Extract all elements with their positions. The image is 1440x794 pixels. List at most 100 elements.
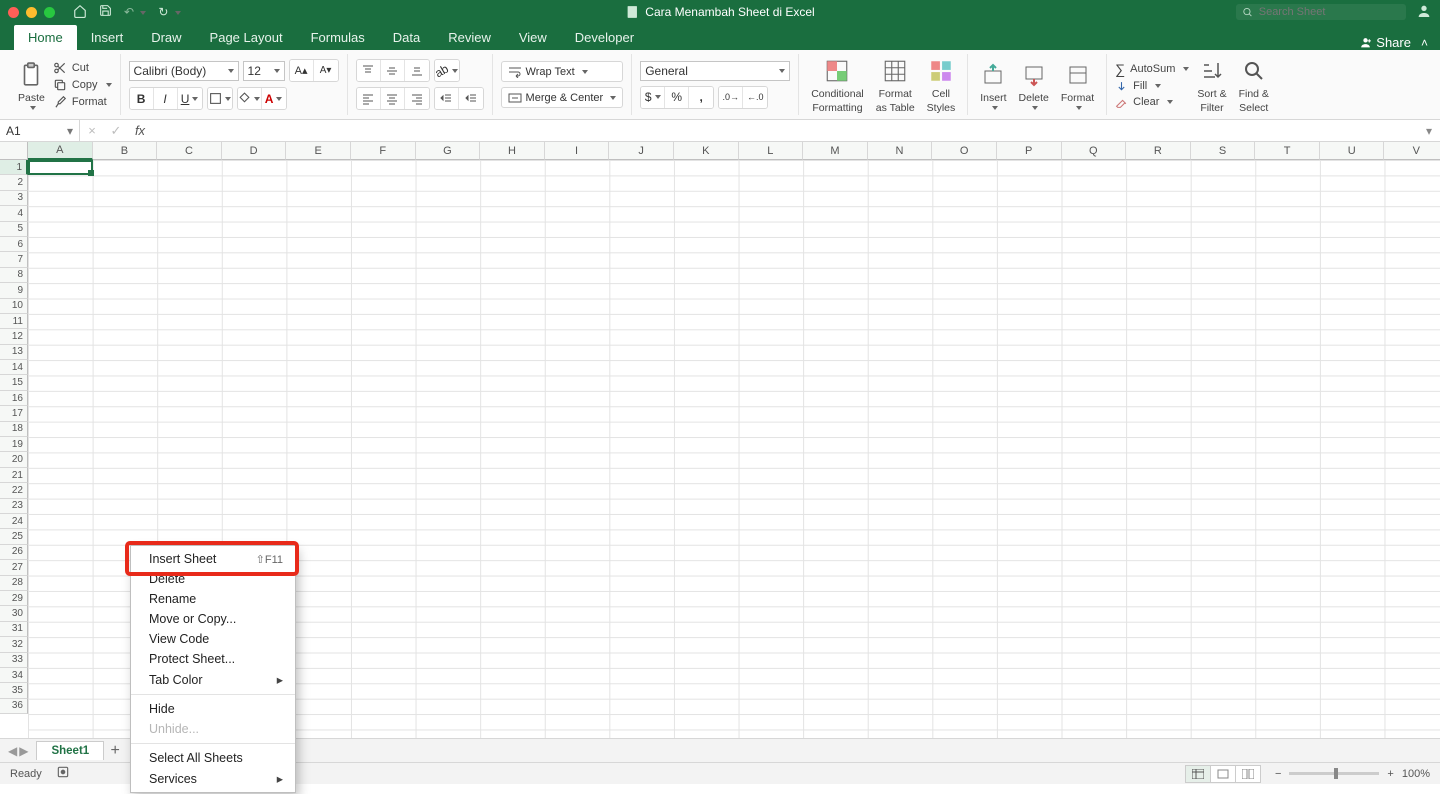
tab-developer[interactable]: Developer [561, 25, 648, 50]
increase-indent-button[interactable] [459, 88, 483, 109]
zoom-window-icon[interactable] [44, 7, 55, 18]
comma-button[interactable]: , [689, 87, 713, 108]
fill-button[interactable]: Fill [1115, 80, 1189, 93]
row-header[interactable]: 30 [0, 606, 28, 621]
next-sheet-icon[interactable]: ▶ [19, 744, 28, 758]
align-left-button[interactable] [357, 88, 381, 109]
row-header[interactable]: 33 [0, 653, 28, 668]
conditional-formatting-button[interactable]: Conditional Formatting [807, 56, 868, 114]
format-cells-button[interactable]: Format [1057, 60, 1098, 110]
fill-color-button[interactable] [238, 88, 262, 109]
column-header[interactable]: L [739, 142, 804, 160]
search-sheet[interactable] [1236, 4, 1406, 20]
zoom-out-button[interactable]: − [1275, 768, 1281, 780]
paste-button[interactable]: Paste [14, 60, 49, 110]
font-size-combo[interactable]: 12 [243, 61, 285, 81]
add-sheet-button[interactable]: + [104, 742, 126, 760]
page-layout-view-button[interactable] [1210, 765, 1236, 783]
format-painter-button[interactable]: Format [53, 95, 112, 109]
column-header[interactable]: T [1255, 142, 1320, 160]
fx-enter-icon[interactable]: ✓ [104, 123, 128, 139]
minimize-window-icon[interactable] [26, 7, 37, 18]
tab-review[interactable]: Review [434, 25, 505, 50]
row-header[interactable]: 2 [0, 175, 28, 190]
ctx-hide[interactable]: Hide [131, 699, 295, 719]
number-format-combo[interactable]: General [640, 61, 790, 81]
column-header[interactable]: I [545, 142, 610, 160]
tab-data[interactable]: Data [379, 25, 434, 50]
home-icon[interactable] [73, 4, 87, 21]
normal-view-button[interactable] [1185, 765, 1211, 783]
row-header[interactable]: 6 [0, 237, 28, 252]
cut-button[interactable]: Cut [53, 61, 112, 75]
column-header[interactable]: P [997, 142, 1062, 160]
column-header[interactable]: A [28, 142, 93, 160]
column-header[interactable]: V [1384, 142, 1440, 160]
border-button[interactable] [208, 88, 232, 109]
active-cell[interactable] [28, 160, 93, 175]
align-middle-button[interactable] [381, 60, 405, 81]
column-header[interactable]: J [609, 142, 674, 160]
row-header[interactable]: 28 [0, 576, 28, 591]
zoom-in-button[interactable]: + [1387, 768, 1393, 780]
column-header[interactable]: D [222, 142, 287, 160]
macro-record-icon[interactable] [56, 765, 70, 782]
row-header[interactable]: 5 [0, 222, 28, 237]
percent-button[interactable]: % [665, 87, 689, 108]
ctx-services[interactable]: Services▸ [131, 768, 295, 789]
align-right-button[interactable] [405, 88, 429, 109]
column-header[interactable]: S [1191, 142, 1256, 160]
tab-home[interactable]: Home [14, 25, 77, 50]
wrap-text-button[interactable]: Wrap Text [501, 61, 624, 82]
decrease-font-button[interactable]: A▾ [314, 60, 338, 81]
fx-cancel-icon[interactable]: × [80, 123, 104, 138]
autosum-button[interactable]: ∑AutoSum [1115, 61, 1189, 77]
italic-button[interactable]: I [154, 88, 178, 109]
row-header[interactable]: 34 [0, 668, 28, 683]
orientation-button[interactable]: ab [435, 60, 459, 81]
find-select-button[interactable]: Find & Select [1235, 56, 1273, 114]
row-header[interactable]: 25 [0, 529, 28, 544]
column-header[interactable]: C [157, 142, 222, 160]
search-input[interactable] [1259, 6, 1400, 18]
column-header[interactable]: G [416, 142, 481, 160]
format-as-table-button[interactable]: Format as Table [872, 56, 919, 114]
column-header[interactable]: B [93, 142, 158, 160]
column-header[interactable]: U [1320, 142, 1385, 160]
ctx-delete[interactable]: Delete [131, 569, 295, 589]
sort-filter-button[interactable]: Sort & Filter [1193, 56, 1230, 114]
copy-button[interactable]: Copy [53, 78, 112, 92]
column-header[interactable]: F [351, 142, 416, 160]
close-window-icon[interactable] [8, 7, 19, 18]
account-icon[interactable] [1416, 3, 1432, 22]
column-header[interactable]: E [286, 142, 351, 160]
row-header[interactable]: 31 [0, 622, 28, 637]
row-header[interactable]: 24 [0, 514, 28, 529]
column-header[interactable]: Q [1062, 142, 1127, 160]
decrease-decimal-button[interactable]: ←.0 [743, 87, 767, 108]
sheet-tab-1[interactable]: Sheet1 [36, 741, 104, 760]
delete-cells-button[interactable]: Delete [1015, 60, 1053, 110]
undo-icon[interactable]: ↶ [124, 5, 146, 19]
expand-formula-bar-icon[interactable]: ▾ [1426, 124, 1440, 138]
currency-button[interactable]: $ [641, 87, 665, 108]
ctx-rename[interactable]: Rename [131, 589, 295, 609]
ctx-view-code[interactable]: View Code [131, 629, 295, 649]
row-header[interactable]: 14 [0, 360, 28, 375]
column-header[interactable]: K [674, 142, 739, 160]
row-header[interactable]: 4 [0, 206, 28, 221]
tab-insert[interactable]: Insert [77, 25, 138, 50]
column-header[interactable]: N [868, 142, 933, 160]
fx-icon[interactable]: fx [128, 123, 152, 138]
increase-font-button[interactable]: A▴ [290, 60, 314, 81]
zoom-value[interactable]: 100% [1402, 768, 1430, 780]
collapse-ribbon-icon[interactable]: ˄ [1421, 36, 1432, 50]
merge-center-button[interactable]: Merge & Center [501, 87, 624, 108]
bold-button[interactable]: B [130, 88, 154, 109]
tab-view[interactable]: View [505, 25, 561, 50]
row-header[interactable]: 17 [0, 406, 28, 421]
underline-button[interactable]: U [178, 88, 202, 109]
column-header[interactable]: H [480, 142, 545, 160]
ctx-select-all-sheets[interactable]: Select All Sheets [131, 748, 295, 768]
row-header[interactable]: 22 [0, 483, 28, 498]
